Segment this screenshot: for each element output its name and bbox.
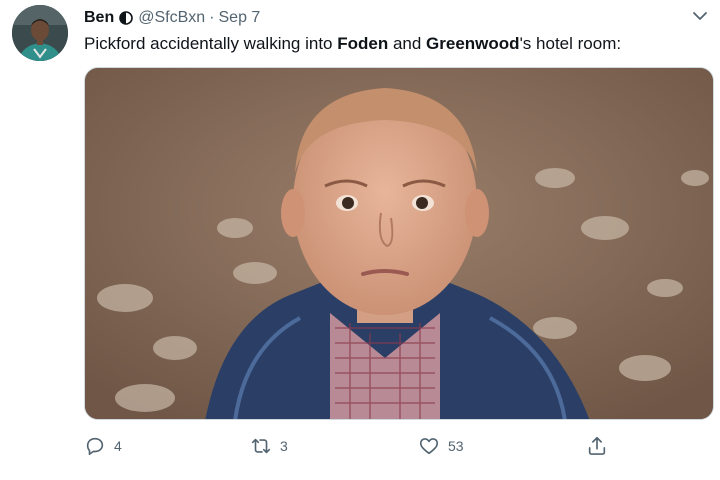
reply-icon: [86, 437, 104, 456]
reply-count: 4: [114, 438, 122, 454]
tweet-header: Ben @SfcBxn · Sep 7: [84, 7, 260, 29]
like-count: 53: [448, 438, 464, 454]
tweet-text-part: Pickford accidentally walking into: [84, 34, 338, 53]
tweet-text: Pickford accidentally walking into Foden…: [84, 34, 621, 54]
reply-button[interactable]: 4: [84, 432, 122, 460]
tweet-image[interactable]: [84, 67, 714, 420]
retweet-count: 3: [280, 438, 288, 454]
tweet-text-part: 's hotel room:: [519, 34, 622, 53]
author-name[interactable]: Ben: [84, 9, 114, 27]
tweet-date[interactable]: Sep 7: [219, 9, 261, 27]
retweet-button[interactable]: 3: [250, 432, 288, 460]
share-button[interactable]: [586, 432, 608, 460]
avatar[interactable]: [12, 5, 68, 61]
separator-dot: ·: [209, 9, 215, 26]
half-circle-badge-icon: [119, 11, 134, 25]
mention-greenwood: Greenwood: [426, 34, 520, 53]
author-handle[interactable]: @SfcBxn: [138, 9, 205, 27]
mention-foden: Foden: [337, 34, 389, 53]
retweet-icon: [251, 438, 271, 454]
tweet-actions: 4 3 53: [84, 432, 644, 460]
share-icon: [588, 436, 606, 455]
chevron-down-icon[interactable]: [690, 6, 710, 26]
tweet-text-part: and: [388, 34, 427, 53]
heart-icon: [419, 438, 439, 455]
like-button[interactable]: 53: [418, 432, 464, 460]
